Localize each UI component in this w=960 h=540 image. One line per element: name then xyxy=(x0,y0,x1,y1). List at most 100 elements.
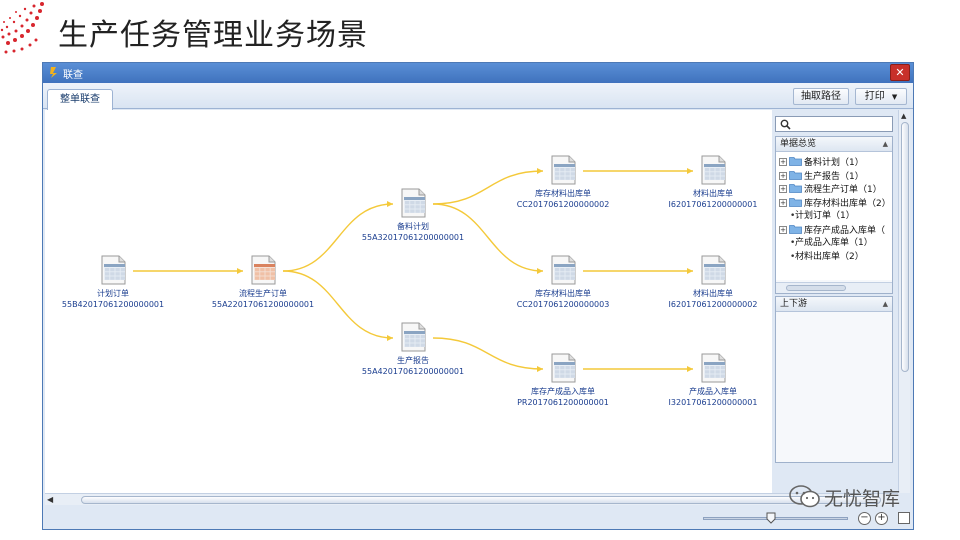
zoom-slider-knob[interactable] xyxy=(766,512,776,524)
horizontal-scroll-thumb[interactable] xyxy=(81,496,881,504)
document-summary-header[interactable]: 单据总览 ▲ xyxy=(776,137,892,152)
document-icon xyxy=(701,353,726,383)
close-button[interactable]: ✕ xyxy=(890,64,910,81)
flow-canvas[interactable]: 计划订单 55B42017061200000001 流程生产订单 55A220170… xyxy=(45,110,772,493)
node-code: 55A32017061200000001 xyxy=(361,233,465,242)
collapse-icon[interactable]: ▲ xyxy=(883,137,888,151)
window-title: 联查 xyxy=(63,70,83,81)
tree-item[interactable]: + 流程生产订单（1） xyxy=(779,183,882,196)
folder-icon xyxy=(789,197,802,207)
node-code: PR2017061200000001 xyxy=(517,398,609,407)
watermark-text: 无忧智库 xyxy=(824,488,901,510)
node-name: 库存产成品入库单 xyxy=(531,387,595,396)
node-name: 材料出库单 xyxy=(693,189,733,198)
node-code: I62017061200000001 xyxy=(668,200,758,209)
node-name: 备料计划 xyxy=(397,222,429,231)
window-titlebar[interactable]: 联查 ✕ xyxy=(43,63,913,83)
tree-item-label: 计划订单（1） xyxy=(795,211,855,221)
extract-path-button[interactable]: 抽取路径 xyxy=(793,88,849,105)
document-icon xyxy=(401,322,426,352)
document-icon xyxy=(551,353,576,383)
expand-icon[interactable]: + xyxy=(779,158,787,166)
tree-item[interactable]: •产成品入库单（1） xyxy=(790,237,873,250)
expand-icon[interactable]: + xyxy=(779,185,787,193)
horizontal-scrollbar[interactable]: ◀ xyxy=(45,493,898,505)
document-icon xyxy=(101,255,126,285)
node-name: 流程生产订单 xyxy=(239,289,287,298)
node-code: CC2017061200000002 xyxy=(516,200,610,209)
upstream-downstream-panel: 上下游 ▲ xyxy=(775,296,893,463)
node-code: 55A42017061200000001 xyxy=(361,367,465,376)
document-icon xyxy=(251,255,276,285)
document-summary-title: 单据总览 xyxy=(780,139,817,149)
document-tree: + 备料计划（1） + 生产报告（1） + 流程生产订单（1） + 库存材料出库单（2） •计划… xyxy=(776,152,892,280)
collapse-icon[interactable]: ▲ xyxy=(883,297,888,311)
expand-icon[interactable]: + xyxy=(779,225,787,234)
document-icon xyxy=(551,255,576,285)
tree-item-label: 流程生产订单（1） xyxy=(804,185,882,195)
tab-full-linked-query[interactable]: 整单联查 xyxy=(47,89,113,110)
flow-node[interactable]: 材料出库单 I62017061200000002 xyxy=(653,255,772,309)
flow-node[interactable]: 材料出库单 I62017061200000001 xyxy=(653,155,772,209)
expand-icon[interactable]: + xyxy=(779,198,787,207)
tree-item[interactable]: + 库存产成品入库单（ xyxy=(779,224,885,237)
flow-node[interactable]: 库存材料出库单 CC2017061200000002 xyxy=(503,155,623,209)
tree-item[interactable]: •计划订单（1） xyxy=(790,210,855,223)
node-code: I32017061200000001 xyxy=(668,398,758,407)
node-name: 生产报告 xyxy=(397,356,429,365)
flow-node[interactable]: 流程生产订单 55A22017061200000001 xyxy=(203,255,323,309)
document-icon xyxy=(701,155,726,185)
folder-icon xyxy=(789,157,802,166)
document-icon xyxy=(401,188,426,218)
tree-item-label: 库存产成品入库单（ xyxy=(804,225,886,236)
document-icon xyxy=(701,255,726,285)
upstream-downstream-header[interactable]: 上下游 ▲ xyxy=(776,297,892,312)
tree-item-label: 生产报告（1） xyxy=(804,171,864,182)
watermark: 无忧智库 xyxy=(788,484,948,510)
wechat-icon xyxy=(789,485,820,508)
node-name: 产成品入库单 xyxy=(689,387,737,396)
zoom-out-button[interactable]: − xyxy=(858,512,871,525)
scroll-left-icon[interactable]: ◀ xyxy=(47,495,53,504)
decorative-dots xyxy=(0,2,44,54)
print-button[interactable]: 打印 ▼ xyxy=(855,88,907,105)
side-panel: 单据总览 ▲ + 备料计划（1） + 生产报告（1） + 流程生产订单（1） + 库存材料出库… xyxy=(775,113,893,463)
linked-query-window: 联查 ✕ 整单联查 抽取路径 打印 ▼ 计划订单 55B4201706120000… xyxy=(42,62,914,530)
zoom-controls: − + xyxy=(703,510,913,528)
folder-icon xyxy=(789,170,802,180)
tree-item[interactable]: •材料出库单（2） xyxy=(790,251,864,264)
tree-item-label: 材料出库单（2） xyxy=(795,251,864,262)
tree-horizontal-scrollbar[interactable] xyxy=(776,282,892,293)
fit-to-screen-icon[interactable] xyxy=(898,512,910,524)
flow-node[interactable]: 库存材料出库单 CC2017061200000003 xyxy=(503,255,623,309)
tree-item[interactable]: + 生产报告（1） xyxy=(779,170,864,183)
zoom-in-button[interactable]: + xyxy=(875,512,888,525)
node-name: 库存材料出库单 xyxy=(535,289,591,298)
folder-icon xyxy=(789,184,802,193)
vertical-scroll-thumb[interactable] xyxy=(901,122,909,372)
node-code: 55B42017061200000001 xyxy=(61,300,165,309)
flow-node[interactable]: 备料计划 55A32017061200000001 xyxy=(353,188,473,242)
node-name: 计划订单 xyxy=(97,289,129,298)
node-code: 55A22017061200000001 xyxy=(211,300,315,309)
app-icon xyxy=(50,67,57,78)
document-icon xyxy=(551,155,576,185)
slide: 生产任务管理业务场景 联查 ✕ 整单联查 抽取路径 打印 ▼ 计划订单 55B42… xyxy=(0,0,960,540)
folder-icon xyxy=(789,224,802,234)
tab-bar: 整单联查 抽取路径 打印 ▼ xyxy=(43,83,913,110)
tree-scroll-thumb[interactable] xyxy=(786,285,846,291)
vertical-scrollbar[interactable]: ▲ xyxy=(898,110,910,493)
scroll-up-icon[interactable]: ▲ xyxy=(901,112,906,120)
flow-node[interactable]: 库存产成品入库单 PR2017061200000001 xyxy=(503,353,623,407)
chevron-down-icon: ▼ xyxy=(891,93,898,101)
flow-node[interactable]: 生产报告 55A42017061200000001 xyxy=(353,322,473,376)
print-label: 打印 xyxy=(864,91,885,102)
upstream-downstream-title: 上下游 xyxy=(780,299,808,309)
flow-node[interactable]: 计划订单 55B42017061200000001 xyxy=(53,255,173,309)
tree-item[interactable]: + 备料计划（1） xyxy=(779,156,864,169)
search-input[interactable] xyxy=(775,116,893,132)
expand-icon[interactable]: + xyxy=(779,171,787,180)
flow-node[interactable]: 产成品入库单 I32017061200000001 xyxy=(653,353,772,407)
slide-title: 生产任务管理业务场景 xyxy=(58,18,368,53)
tree-item[interactable]: + 库存材料出库单（2） xyxy=(779,197,891,210)
